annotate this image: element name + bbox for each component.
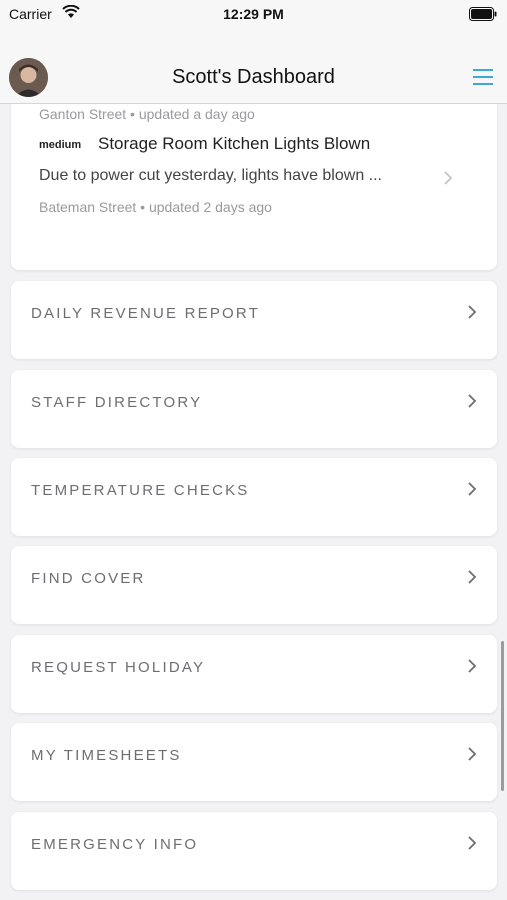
priority-badge: medium: [39, 139, 82, 151]
chevron-right-icon: [467, 481, 477, 502]
my-timesheets-button[interactable]: MY TIMESHEETS: [11, 723, 497, 801]
chevron-right-icon: [467, 304, 477, 325]
dashboard-content[interactable]: Ganton Street • updated a day ago medium…: [0, 104, 507, 900]
issue-meta: Ganton Street • updated a day ago: [39, 106, 255, 122]
issue-title: Storage Room Kitchen Lights Blown: [98, 134, 371, 153]
chevron-right-icon: [467, 658, 477, 679]
menu-item-label: MY TIMESHEETS: [31, 747, 182, 764]
chevron-right-icon: [467, 393, 477, 414]
menu-item-label: REQUEST HOLIDAY: [31, 659, 206, 676]
temperature-checks-button[interactable]: TEMPERATURE CHECKS: [11, 458, 497, 536]
menu-item-label: FIND COVER: [31, 570, 146, 587]
menu-icon[interactable]: [472, 68, 494, 91]
scrollbar[interactable]: [501, 641, 504, 791]
battery-icon: [469, 7, 497, 26]
menu-item-label: TEMPERATURE CHECKS: [31, 482, 250, 499]
status-time: 12:29 PM: [223, 6, 284, 22]
navigation-bar: Scott's Dashboard: [0, 30, 507, 104]
issue-item[interactable]: medium Storage Room Kitchen Lights Blown…: [11, 124, 497, 234]
request-holiday-button[interactable]: REQUEST HOLIDAY: [11, 635, 497, 713]
issue-description: Due to power cut yesterday, lights have …: [39, 167, 382, 184]
emergency-info-button[interactable]: EMERGENCY INFO: [11, 812, 497, 890]
menu-item-label: EMERGENCY INFO: [31, 836, 199, 853]
daily-revenue-report-button[interactable]: DAILY REVENUE REPORT: [11, 281, 497, 359]
menu-item-label: DAILY REVENUE REPORT: [31, 305, 261, 322]
status-bar: Carrier 12:29 PM: [0, 0, 507, 30]
chevron-right-icon: [467, 835, 477, 856]
chevron-right-icon: [443, 170, 453, 191]
issue-meta: Bateman Street • updated 2 days ago: [39, 199, 272, 215]
chevron-right-icon: [467, 746, 477, 767]
issues-card: Ganton Street • updated a day ago medium…: [11, 104, 497, 270]
page-title: Scott's Dashboard: [172, 66, 335, 88]
menu-item-label: STAFF DIRECTORY: [31, 394, 203, 411]
staff-directory-button[interactable]: STAFF DIRECTORY: [11, 370, 497, 448]
find-cover-button[interactable]: FIND COVER: [11, 546, 497, 624]
chevron-right-icon: [467, 569, 477, 590]
